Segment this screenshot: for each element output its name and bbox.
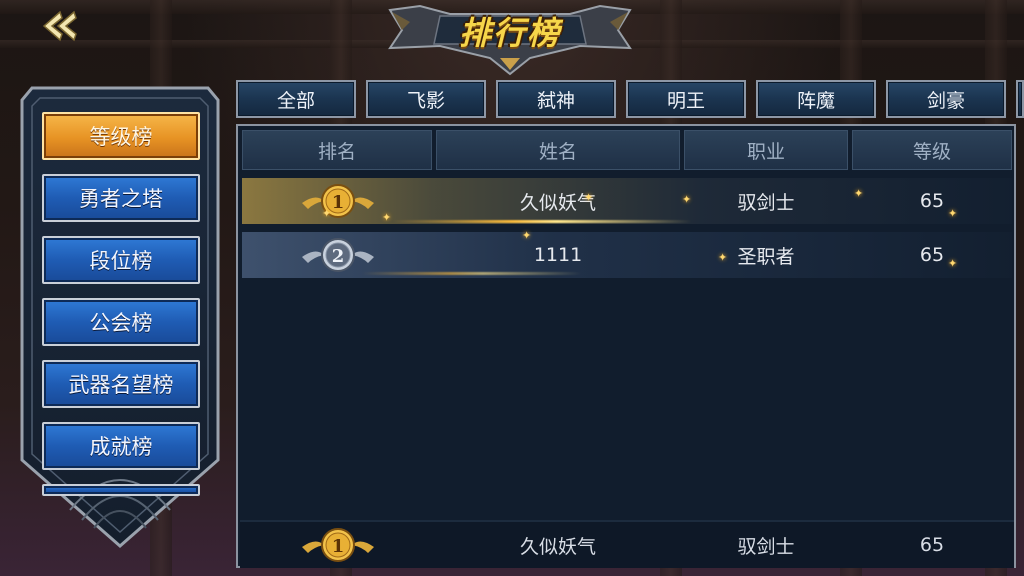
tab-mingwang[interactable]: 明王 [626,80,746,118]
sidebar-item-brave-tower[interactable]: 勇者之塔 [42,174,200,222]
sidebar-item-label: 等级榜 [89,125,153,149]
my-name: 久似妖气 [519,535,596,558]
player-level: 65 [919,190,945,212]
sparkle-icon: ✦ [322,207,332,220]
silver-medal-icon: 2 [302,238,374,272]
sparkle-icon: ✦ [948,207,958,220]
tab-zhenmo[interactable]: 阵魔 [756,80,876,118]
player-name: 久似妖气 [519,191,596,214]
tab-all[interactable]: 全部 [236,80,356,118]
column-header-rank: 排名 [242,130,432,170]
sidebar-item-achievement-ranking[interactable]: 成就榜 [42,422,200,470]
table-row[interactable]: 1 久似妖气 驭剑士 65 ✦ ✦ ✦ ✦ ✦ ✦ [242,178,1012,224]
medal-number: 1 [332,192,345,213]
sparkle-icon: ✦ [854,187,864,200]
sidebar-item-division-ranking[interactable]: 段位榜 [42,236,200,284]
sidebar-item-weapon-fame-ranking[interactable]: 武器名望榜 [42,360,200,408]
sparkle-trail [392,220,692,223]
tab-label: 剑豪 [926,89,965,112]
player-class: 驭剑士 [737,191,795,214]
sidebar-item-label: 段位榜 [89,249,153,273]
sidebar-item-level-ranking[interactable]: 等级榜 [42,112,200,160]
tab-label: 飞影 [406,89,445,112]
sidebar-item-label: 成就榜 [89,435,153,459]
tab-partial[interactable] [1016,80,1024,118]
back-button[interactable] [38,8,82,44]
tab-label: 弑神 [536,89,575,112]
tab-jianhao[interactable]: 剑豪 [886,80,1006,118]
sparkle-icon: ✦ [522,229,532,242]
tab-label: 明王 [666,89,705,112]
column-header-name: 姓名 [436,130,680,170]
tab-label: 全部 [276,89,315,112]
my-class: 驭剑士 [737,535,795,558]
my-rank-row: 1 久似妖气 驭剑士 65 [240,520,1014,568]
medal-number: 2 [332,246,345,267]
sparkle-icon: ✦ [948,257,958,270]
sparkle-trail [362,272,582,275]
back-arrow-icon [42,10,77,42]
tab-label: 阵魔 [796,89,835,112]
sidebar-item-partial[interactable] [42,484,200,496]
tab-feiying[interactable]: 飞影 [366,80,486,118]
ranking-table: 排名 姓名 职业 等级 1 久似妖气 驭剑士 65 ✦ ✦ ✦ ✦ ✦ ✦ 2 [236,124,1016,568]
title-banner: 排行榜 [380,0,640,78]
sparkle-icon: ✦ [382,211,392,224]
sidebar-item-label: 勇者之塔 [79,187,163,211]
category-sidebar: 等级榜 勇者之塔 段位榜 公会榜 武器名望榜 成就榜 [18,80,222,552]
sidebar-item-guild-ranking[interactable]: 公会榜 [42,298,200,346]
medal-number: 1 [332,536,345,557]
sparkle-icon: ✦ [718,251,728,264]
gold-medal-icon: 1 [302,184,374,218]
sidebar-item-label: 武器名望榜 [68,373,174,397]
sparkle-icon: ✦ [682,193,692,206]
my-level: 65 [919,534,945,556]
sparkle-icon: ✦ [584,191,594,204]
sidebar-item-label: 公会榜 [89,311,153,335]
table-header: 排名 姓名 职业 等级 [242,130,1012,170]
tab-shishen[interactable]: 弑神 [496,80,616,118]
player-level: 65 [919,244,945,266]
page-title: 排行榜 [458,14,561,52]
column-header-class: 职业 [684,130,848,170]
gold-medal-icon: 1 [302,528,374,562]
player-class: 圣职者 [737,245,795,268]
class-tabs: 全部 飞影 弑神 明王 阵魔 剑豪 [236,80,1024,120]
table-row[interactable]: 2 1111 圣职者 65 ✦ ✦ ✦ [242,229,1012,278]
column-header-level: 等级 [852,130,1012,170]
